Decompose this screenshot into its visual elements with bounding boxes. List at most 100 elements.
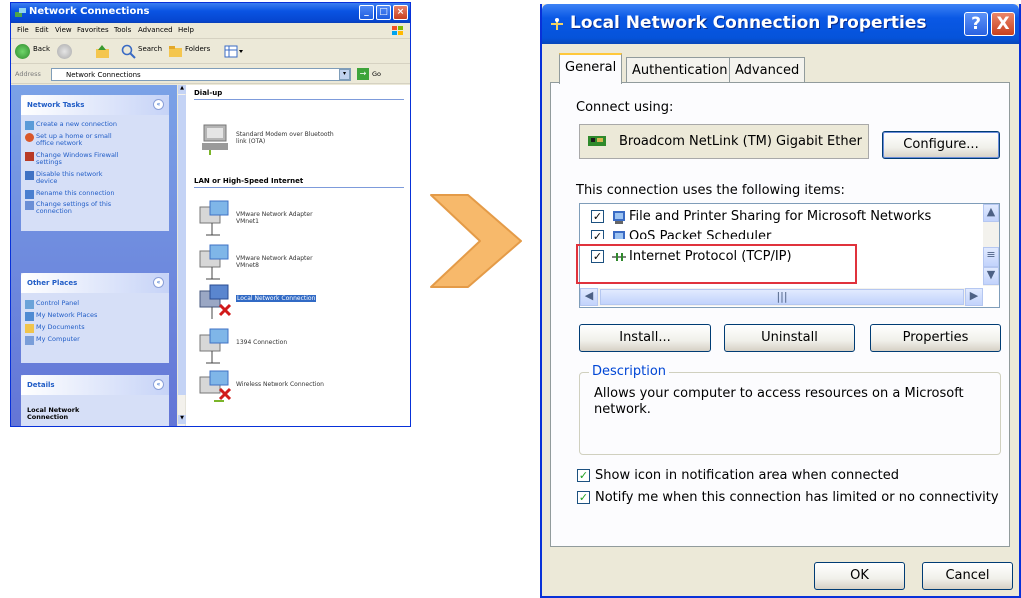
rename-icon <box>25 190 34 199</box>
collapse-icon[interactable]: « <box>153 379 164 390</box>
connection-1394[interactable]: 1394 Connection <box>198 327 398 367</box>
description-label: Description <box>589 364 670 379</box>
uninstall-button[interactable]: Uninstall <box>724 324 855 352</box>
address-field[interactable]: Network Connections <box>51 68 351 81</box>
connection-wireless[interactable]: Wireless Network Connection <box>198 369 398 409</box>
show-icon-checkbox[interactable]: ✓ <box>577 469 590 482</box>
menu-edit[interactable]: Edit <box>35 26 49 34</box>
network-tasks-header[interactable]: Network Tasks « <box>21 95 169 115</box>
menu-help[interactable]: Help <box>178 26 194 34</box>
help-button[interactable]: ? <box>964 12 988 36</box>
show-icon-label: Show icon in notification area when conn… <box>595 468 899 483</box>
scroll-thumb[interactable]: ≡ <box>983 247 999 267</box>
item-checkbox[interactable]: ✓ <box>591 210 604 223</box>
menu-view[interactable]: View <box>55 26 72 34</box>
tab-general[interactable]: General <box>559 53 623 84</box>
windows-logo-icon <box>392 26 403 35</box>
folder-up-icon[interactable] <box>95 44 110 59</box>
my-documents-icon <box>25 324 34 333</box>
scroll-thumb[interactable] <box>178 95 186 395</box>
menu-favorites[interactable]: Favorites <box>77 26 109 34</box>
item-qos-scheduler[interactable]: ✓ QoS Packet Scheduler <box>591 227 971 239</box>
back-arrow-icon[interactable] <box>15 44 30 59</box>
forward-arrow-icon[interactable] <box>57 44 72 59</box>
scrollbar[interactable]: ▲ ▼ <box>178 85 186 426</box>
scroll-up-icon[interactable]: ▲ <box>178 85 186 94</box>
scroll-down-icon[interactable]: ▼ <box>983 267 999 285</box>
horizontal-scrollbar[interactable]: ◀ ||| ▶ <box>580 288 983 306</box>
network-adapter-icon <box>199 244 229 280</box>
group-lan: LAN or High-Speed Internet <box>194 177 304 185</box>
adapter-name: Broadcom NetLink (TM) Gigabit Ether <box>619 134 862 149</box>
scroll-right-icon[interactable]: ▶ <box>965 288 983 306</box>
search-button[interactable]: Search <box>138 45 162 53</box>
folders-icon[interactable] <box>168 44 183 59</box>
service-icon <box>613 231 625 239</box>
connection-modem[interactable]: Standard Modem over Bluetooth link (OTA) <box>198 119 398 159</box>
my-computer-icon <box>25 336 34 345</box>
cancel-button[interactable]: Cancel <box>922 562 1013 590</box>
address-dropdown-icon[interactable]: ▾ <box>339 69 350 80</box>
item-file-printer-sharing[interactable]: ✓ File and Printer Sharing for Microsoft… <box>591 207 971 227</box>
scroll-down-icon[interactable]: ▼ <box>178 415 186 424</box>
change-settings-icon <box>25 201 34 210</box>
adapter-field: Broadcom NetLink (TM) Gigabit Ether <box>579 124 869 159</box>
menu-tools[interactable]: Tools <box>114 26 131 34</box>
item-checkbox[interactable]: ✓ <box>591 230 604 239</box>
network-adapter-disconnected-icon <box>199 284 232 319</box>
modem-icon <box>202 124 228 155</box>
collapse-icon[interactable]: « <box>153 277 164 288</box>
description-text: Allows your computer to access resources… <box>594 386 964 417</box>
network-connections-window: Network Connections _ □ × File Edit View… <box>10 2 411 427</box>
network-adapter-icon <box>199 200 229 236</box>
tab-authentication[interactable]: Authentication <box>626 57 734 83</box>
ok-button[interactable]: OK <box>814 562 905 590</box>
properties-dialog: Local Network Connection Properties ? X … <box>540 4 1021 598</box>
other-places-title: Other Places <box>27 279 78 287</box>
views-icon[interactable] <box>224 44 244 59</box>
title-bar[interactable]: Network Connections _ □ × <box>11 3 410 23</box>
go-arrow-icon[interactable]: → <box>357 68 369 80</box>
service-icon <box>613 211 625 224</box>
dialog-title-bar[interactable]: Local Network Connection Properties ? X <box>542 4 1019 44</box>
connection-vmnet8[interactable]: VMware Network Adapter VMnet8 <box>198 243 398 283</box>
connections-list: ▲ ▼ Dial-up Standard Modem over Bluetoot… <box>178 85 410 426</box>
configure-button[interactable]: Configure... <box>882 131 1000 159</box>
network-adapter-icon <box>199 328 229 364</box>
scroll-up-icon[interactable]: ▲ <box>983 204 999 222</box>
network-card-icon <box>588 136 606 146</box>
notify-checkbox[interactable]: ✓ <box>577 491 590 504</box>
close-icon[interactable]: × <box>393 5 408 20</box>
other-places-header[interactable]: Other Places « <box>21 273 169 293</box>
details-text: Local Network Connection <box>27 406 80 421</box>
search-icon[interactable] <box>121 44 136 59</box>
properties-button[interactable]: Properties <box>870 324 1001 352</box>
highlight-box <box>576 244 857 284</box>
scroll-thumb-horizontal[interactable]: ||| <box>600 289 964 305</box>
go-button[interactable]: Go <box>372 70 381 78</box>
maximize-icon[interactable]: □ <box>376 5 391 20</box>
collapse-icon[interactable]: « <box>153 99 164 110</box>
menu-bar: File Edit View Favorites Tools Advanced … <box>11 23 410 39</box>
general-tab-panel: Connect using: Broadcom NetLink (TM) Gig… <box>550 82 1010 547</box>
scroll-left-icon[interactable]: ◀ <box>580 288 598 306</box>
show-icon-checkbox-row[interactable]: ✓ Show icon in notification area when co… <box>577 467 997 485</box>
menu-advanced[interactable]: Advanced <box>138 26 173 34</box>
address-label: Address <box>15 70 41 78</box>
connection-vmnet1[interactable]: VMware Network Adapter VMnet1 <box>198 199 398 239</box>
folders-button[interactable]: Folders <box>185 45 210 53</box>
vertical-scrollbar[interactable]: ▲ ≡ ▼ <box>983 204 999 286</box>
minimize-icon[interactable]: _ <box>359 5 374 20</box>
close-button[interactable]: X <box>991 12 1015 36</box>
connection-local-network[interactable]: Local Network Connection <box>198 283 398 323</box>
tab-advanced[interactable]: Advanced <box>729 57 806 83</box>
install-button[interactable]: Install... <box>579 324 711 352</box>
network-tasks-title: Network Tasks <box>27 101 85 109</box>
toolbar: Back Search Folders <box>11 40 410 64</box>
items-listbox[interactable]: ✓ File and Printer Sharing for Microsoft… <box>576 203 1000 308</box>
notify-checkbox-row[interactable]: ✓ Notify me when this connection has lim… <box>577 489 1007 507</box>
window-title: Network Connections <box>29 6 150 17</box>
details-header[interactable]: Details « <box>21 375 169 395</box>
menu-file[interactable]: File <box>17 26 29 34</box>
back-button[interactable]: Back <box>33 45 50 53</box>
